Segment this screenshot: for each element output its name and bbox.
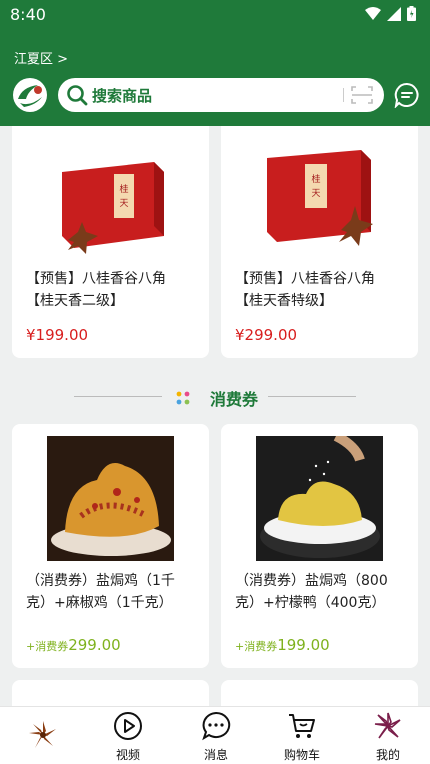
app-logo-icon[interactable]: [12, 77, 50, 113]
signal-icon: [387, 6, 401, 21]
product-price: ¥199.00: [26, 326, 89, 344]
nav-label: 消息: [203, 748, 228, 762]
coupon-title-line: 克）+柠檬鸭（400克）: [235, 595, 386, 611]
coupon-image: [47, 436, 174, 561]
product-title: 【预售】八桂香谷八角 【桂天香特级】: [235, 268, 375, 312]
product-title-line: 【桂天香二级】: [26, 293, 124, 309]
product-title: 【预售】八桂香谷八角 【桂天香二级】: [26, 268, 166, 312]
nav-messages[interactable]: 消息: [186, 711, 246, 763]
app-header: 8:40 江夏区 > 搜索商品: [0, 0, 430, 126]
coupon-prefix: +消费券: [235, 640, 278, 653]
product-image: 桂 天: [267, 150, 373, 246]
nav-video[interactable]: 视频: [98, 711, 158, 763]
section-divider: [268, 396, 356, 397]
search-input[interactable]: 搜索商品: [92, 85, 152, 106]
dots-icon: [176, 391, 190, 405]
product-title-line: 【预售】八桂香谷八角: [235, 271, 375, 287]
status-icons: [365, 6, 416, 21]
coupon-price-value: 299.00: [68, 636, 121, 654]
svg-text:天: 天: [119, 199, 128, 209]
coupon-title: （消费券）盐焗鸡（800 克）+柠檬鸭（400克）: [235, 570, 388, 614]
product-image: 桂 天: [62, 162, 164, 254]
status-bar: 8:40: [0, 0, 430, 30]
coupon-price-value: 199.00: [277, 636, 330, 654]
coupon-price: +消费券299.00: [26, 636, 121, 654]
coupon-title: （消费券）盐焗鸡（1千 克）+麻椒鸡（1千克）: [26, 570, 175, 614]
product-title-line: 【桂天香特级】: [235, 293, 333, 309]
product-title-line: 【预售】八桂香谷八角: [26, 271, 166, 287]
section-title: 消费券: [210, 390, 259, 409]
status-time: 8:40: [10, 5, 46, 24]
section-header: 消费券: [0, 382, 430, 412]
coupon-title-line: （消费券）盐焗鸡（800: [235, 573, 388, 589]
nav-label: 视频: [115, 748, 140, 762]
flower-icon: [374, 712, 401, 739]
star-anise-icon: [29, 721, 56, 748]
search-bar[interactable]: 搜索商品: [58, 78, 384, 112]
coupon-price: +消费券199.00: [235, 636, 330, 654]
search-divider: [343, 88, 344, 102]
coupon-image: [256, 436, 383, 561]
nav-home[interactable]: [13, 719, 73, 755]
nav-cart[interactable]: 购物车: [272, 711, 332, 763]
nav-label: 我的: [375, 748, 400, 762]
coupon-title-line: （消费券）盐焗鸡（1千: [26, 573, 175, 589]
nav-label: 购物车: [283, 748, 320, 762]
svg-text:桂: 桂: [119, 183, 128, 195]
svg-text:桂: 桂: [311, 173, 320, 185]
message-icon[interactable]: [394, 82, 420, 108]
bottom-nav: 视频 消息 购物车 我的: [0, 706, 430, 764]
section-divider: [74, 396, 162, 397]
coupon-card[interactable]: （消费券）盐焗鸡（800 克）+柠檬鸭（400克） +消费券199.00: [221, 424, 418, 668]
coupon-card[interactable]: （消费券）盐焗鸡（1千 克）+麻椒鸡（1千克） +消费券299.00: [12, 424, 209, 668]
location-selector[interactable]: 江夏区 >: [14, 48, 68, 67]
coupon-title-line: 克）+麻椒鸡（1千克）: [26, 595, 173, 611]
coupon-prefix: +消费券: [26, 640, 69, 653]
play-icon: [114, 712, 142, 740]
battery-icon: [407, 6, 416, 21]
chat-icon: [202, 711, 231, 741]
product-card[interactable]: 桂 天 【预售】八桂香谷八角 【桂天香特级】 ¥299.00: [221, 126, 418, 358]
nav-profile[interactable]: 我的: [358, 711, 418, 763]
svg-text:天: 天: [311, 189, 320, 199]
product-card[interactable]: 桂 天 【预售】八桂香谷八角 【桂天香二级】 ¥199.00: [12, 126, 209, 358]
wifi-icon: [365, 6, 381, 20]
cart-icon: [289, 714, 315, 738]
search-icon: [67, 85, 88, 106]
scan-icon[interactable]: [350, 84, 374, 106]
product-price: ¥299.00: [235, 326, 298, 344]
